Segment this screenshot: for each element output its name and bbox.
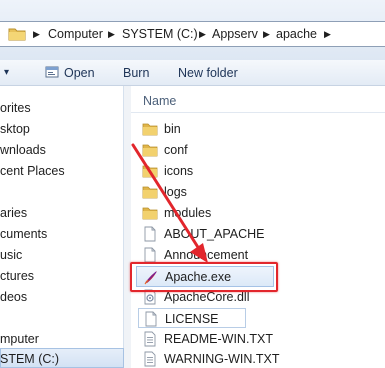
file-name: README-WIN.TXT xyxy=(164,332,274,346)
folder-icon xyxy=(142,207,158,220)
list-item[interactable]: WARNING-WIN.TXT xyxy=(138,349,385,368)
open-icon xyxy=(45,66,59,78)
column-header-divider xyxy=(131,112,385,113)
document-icon xyxy=(144,226,156,242)
list-item[interactable]: logs xyxy=(138,182,385,202)
file-name: ABOUT_APACHE xyxy=(164,227,265,241)
file-name: WARNING-WIN.TXT xyxy=(164,352,280,366)
nav-item-computer[interactable]: mputer xyxy=(0,330,39,348)
folder-icon xyxy=(142,123,158,136)
nav-item-system-drive[interactable]: STEM (C:) xyxy=(0,350,59,368)
address-bar-area: ▶ Computer ▶ SYSTEM (C:) ▶ Appserv ▶ apa… xyxy=(0,0,385,60)
folder-icon xyxy=(142,186,158,199)
breadcrumb-appserv[interactable]: Appserv xyxy=(212,26,258,43)
file-name: LICENSE xyxy=(165,312,219,326)
open-button[interactable]: Open xyxy=(64,65,95,81)
text-document-icon xyxy=(144,331,156,347)
folder-icon xyxy=(142,165,158,178)
breadcrumb-separator[interactable]: ▶ xyxy=(199,26,206,43)
breadcrumb-separator[interactable]: ▶ xyxy=(108,26,115,43)
file-name: logs xyxy=(164,185,187,199)
file-name: conf xyxy=(164,143,188,157)
pane-splitter[interactable] xyxy=(124,86,131,368)
folder-icon xyxy=(8,28,26,41)
column-header-name[interactable]: Name xyxy=(143,93,176,109)
file-name: icons xyxy=(164,164,194,178)
breadcrumb-separator[interactable]: ▶ xyxy=(324,26,331,43)
nav-item-recent-places[interactable]: cent Places xyxy=(0,162,65,180)
file-name: modules xyxy=(164,206,212,220)
document-icon xyxy=(144,247,156,263)
burn-button[interactable]: Burn xyxy=(123,65,149,81)
list-item[interactable]: bin xyxy=(138,119,385,139)
nav-item-desktop[interactable]: sktop xyxy=(0,120,30,138)
list-item[interactable]: conf xyxy=(138,140,385,160)
breadcrumb-separator[interactable]: ▶ xyxy=(263,26,270,43)
text-document-icon xyxy=(144,351,156,367)
list-item[interactable]: ABOUT_APACHE xyxy=(138,224,385,244)
list-item[interactable]: modules xyxy=(138,203,385,223)
nav-item-downloads[interactable]: wnloads xyxy=(0,141,46,159)
new-folder-button[interactable]: New folder xyxy=(178,65,238,81)
list-item[interactable]: icons xyxy=(138,161,385,181)
address-bar[interactable]: ▶ Computer ▶ SYSTEM (C:) ▶ Appserv ▶ apa… xyxy=(0,21,385,47)
list-item[interactable]: README-WIN.TXT xyxy=(138,329,385,349)
nav-item-music[interactable]: usic xyxy=(0,246,22,264)
nav-item-libraries[interactable]: aries xyxy=(0,204,27,222)
annotation-highlight-box xyxy=(130,262,278,292)
nav-item-videos[interactable]: deos xyxy=(0,288,27,306)
document-icon xyxy=(145,311,157,327)
breadcrumb-system-drive[interactable]: SYSTEM (C:) xyxy=(122,26,198,43)
file-name: bin xyxy=(164,122,181,136)
breadcrumb-computer[interactable]: Computer xyxy=(48,26,103,43)
list-item[interactable]: LICENSE xyxy=(138,308,246,328)
breadcrumb-separator[interactable]: ▶ xyxy=(33,26,40,43)
nav-item-documents[interactable]: cuments xyxy=(0,225,47,243)
nav-item-favorites[interactable]: orites xyxy=(0,99,31,117)
folder-icon xyxy=(142,144,158,157)
organize-dropdown-arrow[interactable]: ▾ xyxy=(4,65,9,81)
file-name: Announcement xyxy=(164,248,249,262)
breadcrumb-apache[interactable]: apache xyxy=(276,26,317,43)
nav-item-pictures[interactable]: ctures xyxy=(0,267,34,285)
